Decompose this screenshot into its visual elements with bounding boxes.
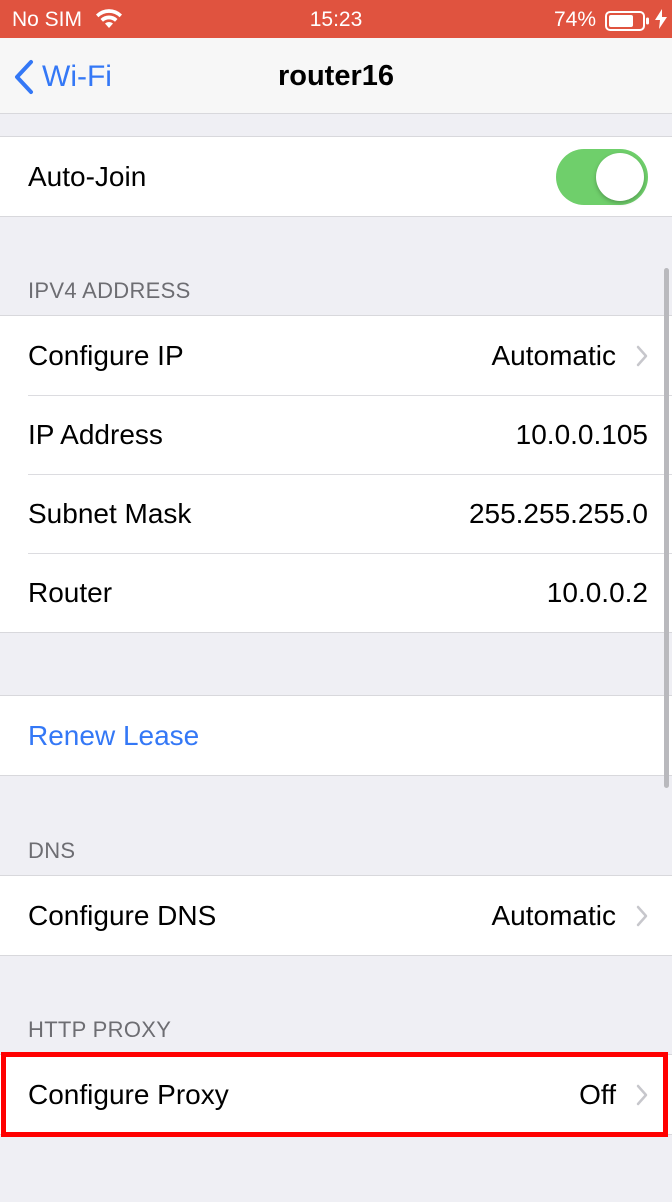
ip-address-label: IP Address [28, 418, 163, 450]
subnet-mask-label: Subnet Mask [28, 497, 192, 529]
configure-ip-value: Automatic [491, 339, 617, 371]
configure-ip-row[interactable]: Configure IP Automatic [0, 316, 672, 395]
chevron-right-icon [636, 1084, 648, 1106]
router-value: 10.0.0.2 [546, 576, 648, 608]
router-label: Router [28, 576, 113, 608]
navigation-bar: Wi-Fi router16 [0, 38, 672, 114]
ipv4-section-header: IPV4 ADDRESS [28, 278, 191, 303]
auto-join-label: Auto-Join [28, 160, 147, 192]
renew-lease-label: Renew Lease [28, 719, 200, 751]
subnet-mask-row: Subnet Mask 255.255.255.0 [0, 474, 672, 553]
ip-address-row: IP Address 10.0.0.105 [0, 395, 672, 474]
http-proxy-group: Configure Proxy Off [0, 1054, 672, 1135]
auto-join-row: Auto-Join [0, 137, 672, 216]
battery-percent: 74% [554, 8, 597, 31]
renew-lease-group: Renew Lease [0, 695, 672, 776]
chevron-right-icon [636, 905, 648, 927]
auto-join-toggle[interactable] [556, 148, 648, 205]
router-row: Router 10.0.0.2 [0, 553, 672, 632]
ip-address-value: 10.0.0.105 [515, 418, 648, 450]
dns-section-header: DNS [28, 838, 76, 863]
ipv4-group: Configure IP Automatic IP Address 10.0.0… [0, 315, 672, 633]
scroll-indicator[interactable] [664, 268, 669, 788]
configure-ip-label: Configure IP [28, 339, 184, 371]
chevron-right-icon [636, 345, 648, 367]
renew-lease-button[interactable]: Renew Lease [0, 696, 672, 775]
configure-proxy-value: Off [579, 1078, 616, 1110]
dns-group: Configure DNS Automatic [0, 875, 672, 956]
configure-dns-row[interactable]: Configure DNS Automatic [0, 876, 672, 955]
configure-dns-label: Configure DNS [28, 899, 217, 931]
configure-proxy-label: Configure Proxy [28, 1078, 229, 1110]
battery-icon [605, 11, 651, 37]
charging-bolt-icon [655, 9, 667, 35]
configure-proxy-row[interactable]: Configure Proxy Off [0, 1055, 672, 1134]
page-title: router16 [277, 60, 395, 92]
configure-dns-value: Automatic [491, 899, 617, 931]
status-bar: No SIM 15:23 74% [0, 0, 672, 38]
subnet-mask-value: 255.255.255.0 [468, 497, 648, 529]
auto-join-group: Auto-Join [0, 136, 672, 217]
http-proxy-section-header: HTTP PROXY [28, 1017, 172, 1042]
screen: No SIM 15:23 74% Wi-Fi router16 Auto-Joi… [0, 0, 672, 1202]
toggle-knob [596, 152, 644, 201]
